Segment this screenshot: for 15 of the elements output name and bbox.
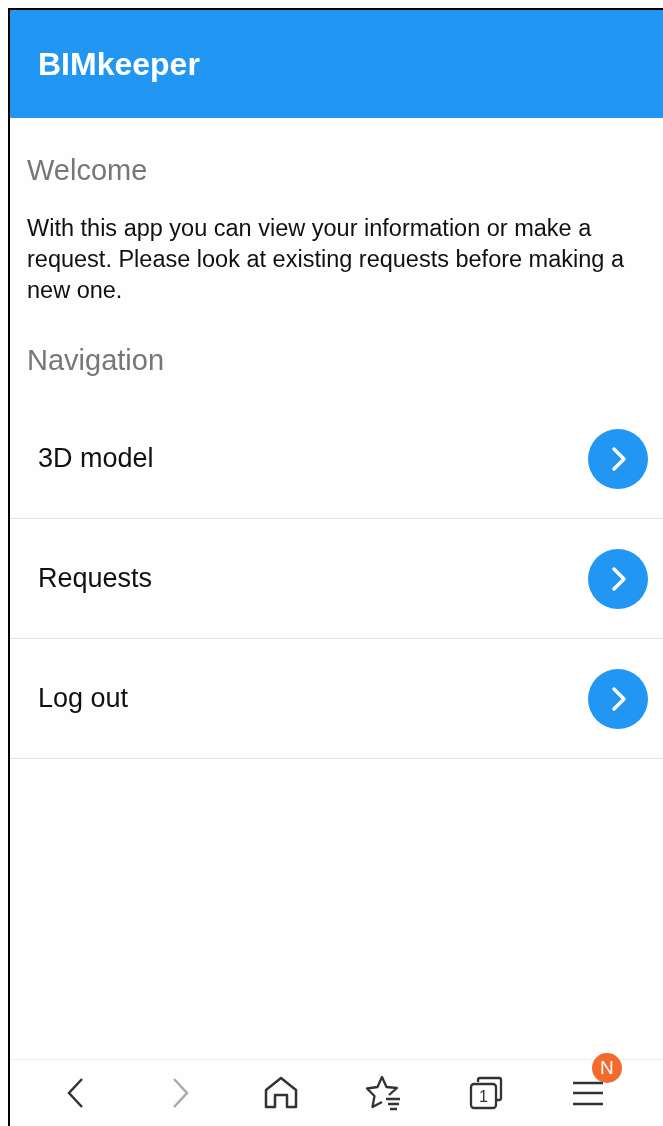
chevron-right-icon[interactable] (588, 668, 648, 729)
nav-item[interactable]: Requests (10, 519, 663, 639)
notification-badge: N (591, 1053, 622, 1083)
tabs-button[interactable]: 1 (465, 1073, 506, 1113)
nav-label: Requests (38, 563, 153, 594)
nav-label: 3D model (38, 443, 154, 474)
section-heading: Welcome (27, 154, 149, 187)
nav-item[interactable]: 3D model (10, 399, 663, 519)
nav-label: Log out (38, 683, 129, 714)
section-heading: Navigation (27, 344, 166, 377)
chevron-right-icon[interactable] (588, 428, 648, 489)
nav-item[interactable]: Log out (10, 639, 663, 759)
app-title: BIMkeeper (38, 45, 200, 83)
welcome-text: With this app you can view your information or make a request. Please look at existing requests before making a new one. (27, 214, 625, 305)
chevron-right-icon[interactable] (588, 548, 648, 609)
